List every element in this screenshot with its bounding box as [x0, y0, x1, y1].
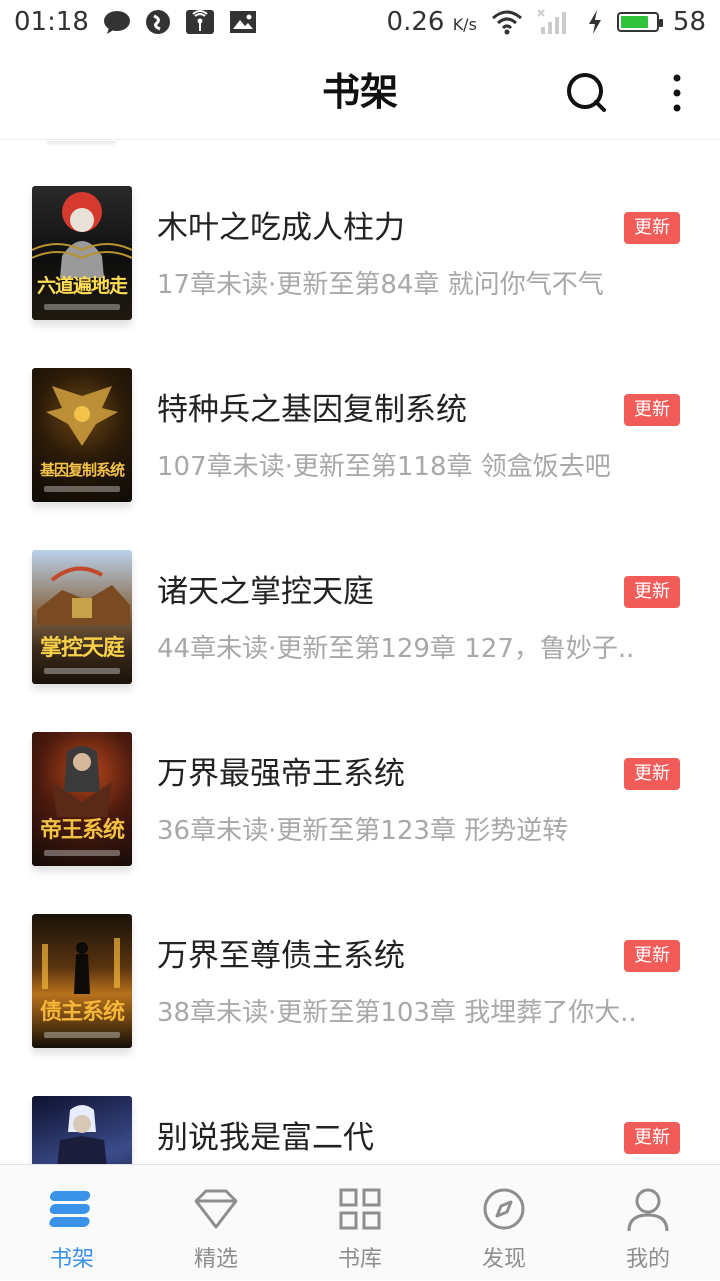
net-speed-value: 0.26 [386, 7, 445, 37]
message-icon [103, 9, 131, 35]
cover-art [52, 746, 112, 817]
more-vertical-icon[interactable] [660, 68, 694, 118]
book-title: 万界最强帝王系统 [157, 756, 405, 792]
book-item[interactable]: 别说我是富二代 更新 [0, 1050, 720, 1164]
cover-title: 帝王系统 [39, 817, 125, 843]
book-progress: 44章未读·更新至第129章 127，鲁妙子.. [157, 634, 635, 664]
book-cover: 债主系统 [32, 914, 132, 1048]
cover-art [32, 192, 132, 278]
book-item[interactable]: 掌控天庭 诸天之掌控天庭 44章未读·更新至第129章 127，鲁妙子.. 更新 [0, 504, 720, 686]
update-badge: 更新 [624, 1122, 680, 1154]
hotspot-icon [185, 9, 215, 35]
update-badge: 更新 [624, 394, 680, 426]
diamond-icon [192, 1185, 240, 1233]
cover-subtitle-bar [44, 668, 120, 674]
net-speed: 0.26 K/s [387, 7, 477, 37]
status-time: 01:18 [14, 7, 89, 37]
nav-profile[interactable]: 我的 [576, 1165, 720, 1281]
cover-subtitle-bar [44, 850, 120, 856]
book-progress: 107章未读·更新至第118章 领盒饭去吧 [157, 452, 611, 482]
compass-icon [480, 1185, 528, 1233]
book-item[interactable]: 六道遍地走 木叶之吃成人柱力 17章未读·更新至第84章 就问你气不气 更新 [0, 140, 720, 322]
nav-bookshelf[interactable]: 书架 [0, 1165, 144, 1281]
book-cover: 六道遍地走 [32, 186, 132, 320]
book-cover: 基因复制系统 [32, 368, 132, 502]
book-cover: 帝王系统 [32, 732, 132, 866]
book-cover: 掌控天庭 [32, 550, 132, 684]
status-right: 0.26 K/s 58 [387, 7, 706, 37]
book-item[interactable]: 基因复制系统 特种兵之基因复制系统 107章未读·更新至第118章 领盒饭去吧 … [0, 322, 720, 504]
cover-art [46, 386, 118, 446]
nav-featured[interactable]: 精选 [144, 1165, 288, 1281]
image-icon [229, 10, 257, 34]
book-title: 特种兵之基因复制系统 [157, 392, 467, 428]
book-cover [32, 1096, 132, 1164]
wifi-icon [491, 9, 523, 35]
cover-title: 六道遍地走 [36, 275, 128, 297]
net-speed-unit: K/s [452, 15, 477, 34]
battery-icon [616, 12, 663, 32]
bookshelf-list: 六道遍地走 木叶之吃成人柱力 17章未读·更新至第84章 就问你气不气 更新 基… [0, 140, 720, 1164]
cover-subtitle-bar [44, 304, 120, 310]
app-notification-icon [145, 9, 171, 35]
book-title: 木叶之吃成人柱力 [157, 210, 405, 246]
status-bar: 01:18 0.26 K/s 58 [0, 0, 720, 44]
nav-discover[interactable]: 发现 [432, 1165, 576, 1281]
cover-art [57, 1105, 107, 1164]
nav-label: 书库 [337, 1247, 382, 1272]
cover-subtitle-bar [44, 486, 120, 492]
book-title: 诸天之掌控天庭 [157, 574, 374, 610]
update-badge: 更新 [624, 758, 680, 790]
nav-label: 书架 [49, 1247, 94, 1272]
book-item[interactable]: 债主系统 万界至尊债主系统 38章未读·更新至第103章 我埋葬了你大.. 更新 [0, 868, 720, 1050]
book-item[interactable]: 帝王系统 万界最强帝王系统 36章未读·更新至第123章 形势逆转 更新 [0, 686, 720, 868]
book-progress: 17章未读·更新至第84章 就问你气不气 [157, 270, 604, 300]
nav-label: 发现 [481, 1247, 526, 1272]
update-badge: 更新 [624, 212, 680, 244]
user-icon [624, 1185, 672, 1233]
search-icon[interactable] [562, 68, 612, 118]
cover-title: 基因复制系统 [39, 461, 125, 479]
nav-library[interactable]: 书库 [288, 1165, 432, 1281]
cover-art [42, 938, 120, 994]
bookshelf-icon [48, 1185, 96, 1233]
charging-icon [587, 9, 603, 35]
nav-label: 精选 [193, 1247, 238, 1272]
battery-level: 58 [672, 7, 706, 37]
battery-fill [620, 16, 648, 28]
bottom-navigation: 书架 精选 书库 发现 我的 [0, 1164, 720, 1280]
grid-icon [336, 1185, 384, 1233]
signal-icon [537, 9, 573, 35]
cover-subtitle-bar [44, 1032, 120, 1038]
page-title: 书架 [321, 70, 398, 114]
book-title: 万界至尊债主系统 [157, 938, 405, 974]
cover-title: 债主系统 [39, 999, 125, 1025]
update-badge: 更新 [624, 576, 680, 608]
update-badge: 更新 [624, 940, 680, 972]
app-header: 书架 [0, 44, 720, 140]
cover-art [37, 566, 130, 625]
status-left: 01:18 [14, 7, 257, 37]
book-title: 别说我是富二代 [157, 1120, 374, 1156]
book-progress: 38章未读·更新至第103章 我埋葬了你大.. [157, 998, 637, 1028]
nav-label: 我的 [625, 1247, 670, 1272]
book-progress: 36章未读·更新至第123章 形势逆转 [157, 816, 569, 846]
cover-title: 掌控天庭 [39, 635, 125, 661]
